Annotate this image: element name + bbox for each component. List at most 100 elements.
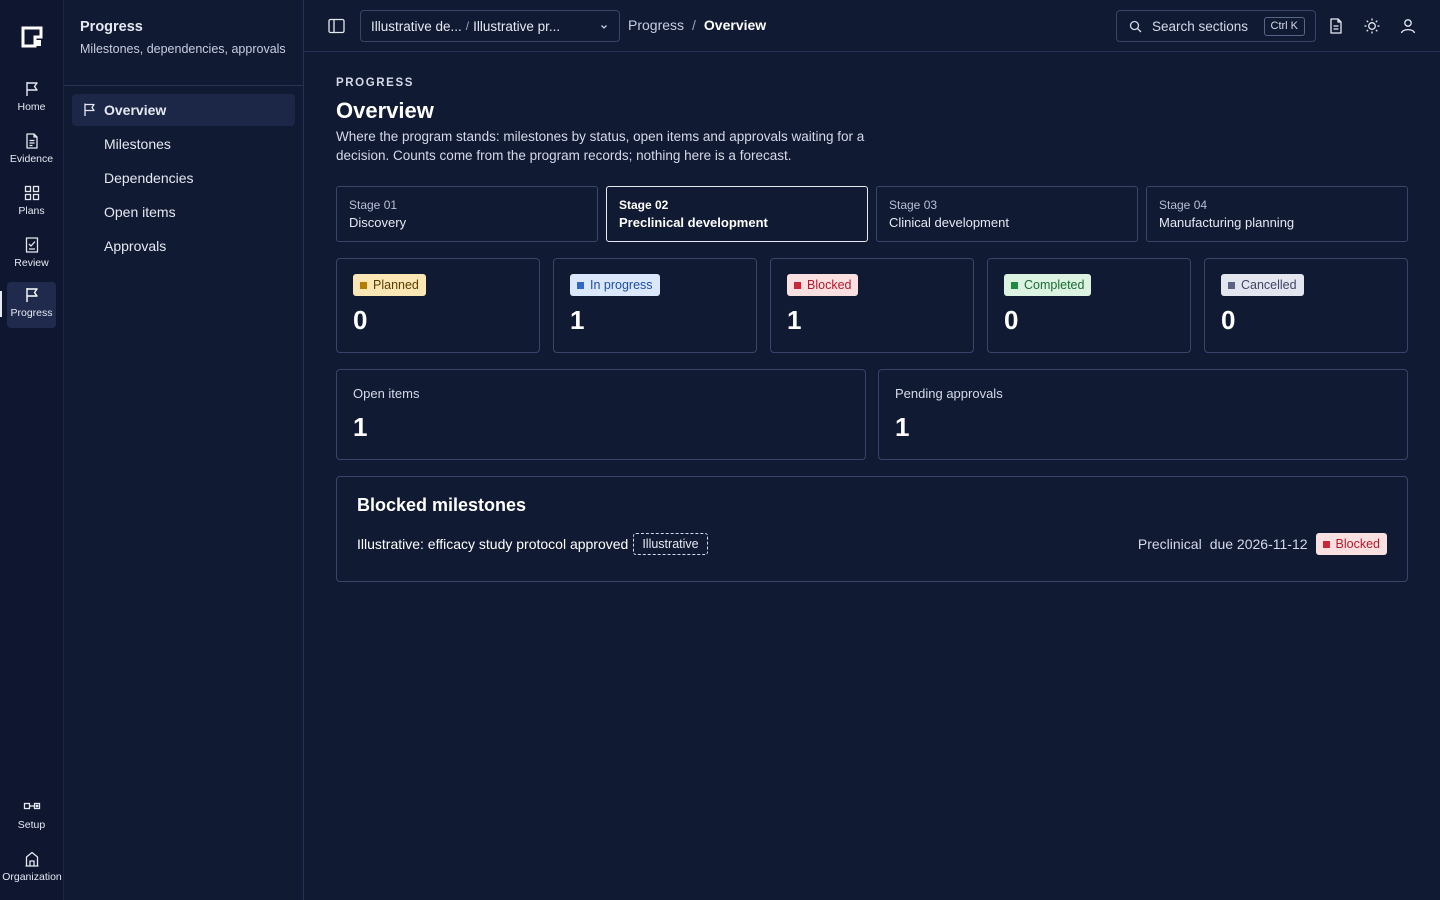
blocked-milestones-title: Blocked milestones (357, 495, 527, 515)
sidebar-title: Progress (80, 19, 143, 35)
sidebar-nav: Overview Milestones Dependencies Open it… (64, 86, 303, 272)
rail-item-label: Progress (10, 307, 53, 319)
app-logo-icon[interactable] (21, 26, 43, 48)
status-badge: Planned (353, 274, 426, 296)
open-items-card[interactable]: Open items 1 (336, 369, 866, 460)
stage-tab-preclinical[interactable]: Stage 02 Preclinical development (606, 186, 868, 242)
status-label: Completed (1024, 278, 1085, 292)
sidebar-item-label: Overview (104, 102, 167, 118)
item-counts: Open items 1 Pending approvals 1 (336, 369, 1408, 460)
user-icon[interactable] (1399, 17, 1417, 35)
theme-toggle-icon[interactable] (1363, 17, 1381, 35)
breadcrumb-page: Overview (703, 17, 767, 33)
stage-tab-clinical[interactable]: Stage 03 Clinical development (876, 186, 1138, 242)
status-label: Blocked (807, 278, 852, 292)
page-title: Overview (336, 98, 434, 123)
rail-item-home[interactable]: Home (7, 76, 56, 122)
status-badge: Cancelled (1221, 274, 1304, 296)
rail-item-label: Setup (17, 819, 46, 831)
rail-item-label: Evidence (9, 153, 54, 165)
stage-name: Clinical development (889, 215, 1009, 230)
status-dot (794, 281, 801, 289)
sidebar-item-approvals[interactable]: Approvals (72, 230, 295, 262)
sidebar-item-label: Milestones (104, 136, 171, 152)
rail-item-organization[interactable]: Organization (0, 846, 64, 892)
document-icon[interactable] (1327, 17, 1345, 35)
list-item[interactable]: Illustrative: efficacy study protocol ap… (357, 532, 1387, 556)
sidebar-item-open-items[interactable]: Open items (72, 196, 295, 228)
toggle-icon (23, 798, 41, 816)
search-shortcut-hint: Ctrl K (1263, 17, 1305, 36)
status-card-cancelled[interactable]: Cancelled 0 (1204, 258, 1408, 353)
status-card-planned[interactable]: Planned 0 (336, 258, 540, 353)
sidebar-item-dependencies[interactable]: Dependencies (72, 162, 295, 194)
breadcrumb-section[interactable]: Progress (628, 17, 684, 33)
status-count: 0 (353, 305, 368, 335)
rail-item-label: Review (14, 257, 49, 269)
stage-number: Stage 03 (889, 198, 938, 212)
stage-tab-manufacturing[interactable]: Stage 04 Manufacturing planning (1146, 186, 1408, 242)
section-sidebar: Progress Milestones, dependencies, appro… (64, 0, 304, 900)
status-dot (577, 281, 584, 289)
rail-item-plans[interactable]: Plans (7, 180, 56, 226)
pending-approvals-count: 1 (895, 412, 910, 442)
stage-name: Preclinical development (619, 215, 768, 230)
sidebar-toggle-icon[interactable] (328, 18, 345, 34)
status-label: Cancelled (1241, 278, 1297, 292)
status-badge: In progress (570, 274, 660, 296)
stage-selector: Stage 01 Discovery Stage 02 Preclinical … (336, 186, 1408, 242)
sidebar-header: Progress Milestones, dependencies, appro… (64, 0, 303, 86)
milestone-meta: Preclinical due 2026-11-12 Blocked (1138, 532, 1387, 556)
rail-item-setup[interactable]: Setup (7, 794, 56, 840)
program-select-separator: / (465, 19, 470, 33)
breadcrumb: Progress / Overview (628, 17, 766, 33)
status-badge: Blocked (787, 274, 859, 296)
flag-icon (23, 80, 41, 98)
page-description: Where the program stands: milestones by … (336, 129, 865, 163)
sidebar-item-label: Open items (104, 204, 176, 220)
rail-item-label: Organization (2, 871, 62, 883)
rail-active-indicator (0, 291, 2, 317)
stage-name: Manufacturing planning (1159, 215, 1295, 230)
rail-item-evidence[interactable]: Evidence (7, 128, 56, 174)
milestone-due-date: due 2026-11-12 (1209, 536, 1308, 552)
pending-approvals-label: Pending approvals (895, 386, 1003, 401)
rail-item-review[interactable]: Review (7, 232, 56, 278)
blocked-milestones-panel: Blocked milestones Illustrative: efficac… (336, 476, 1408, 582)
status-dot (1322, 540, 1330, 548)
milestone-name[interactable]: Illustrative: efficacy study protocol ap… (357, 536, 628, 552)
status-count: 1 (787, 305, 802, 335)
status-label: In progress (590, 278, 653, 292)
search-placeholder: Search sections (1152, 18, 1249, 34)
status-badge: Blocked (1315, 533, 1387, 555)
stage-number: Stage 01 (349, 198, 398, 212)
status-label: Blocked (1335, 537, 1380, 551)
sidebar-item-overview[interactable]: Overview (72, 94, 295, 126)
sidebar-item-label: Dependencies (104, 170, 194, 186)
search-sections-input[interactable]: Search sections Ctrl K (1116, 10, 1316, 42)
open-items-count: 1 (353, 412, 368, 442)
topbar: Illustrative de... / Illustrative pr... … (304, 0, 1440, 52)
document-icon (23, 132, 41, 150)
stage-tab-discovery[interactable]: Stage 01 Discovery (336, 186, 598, 242)
stage-number: Stage 02 (619, 198, 669, 212)
status-badge: Completed (1004, 274, 1092, 296)
milestone-phase: Preclinical (1137, 536, 1202, 552)
pending-approvals-card[interactable]: Pending approvals 1 (878, 369, 1408, 460)
status-card-blocked[interactable]: Blocked 1 (770, 258, 974, 353)
sidebar-item-label: Approvals (104, 238, 167, 254)
open-items-label: Open items (353, 386, 420, 401)
sidebar-subtitle: Milestones, dependencies, approvals (80, 42, 286, 56)
stage-name: Discovery (349, 215, 407, 230)
sidebar-item-milestones[interactable]: Milestones (72, 128, 295, 160)
checklist-icon (23, 236, 41, 254)
status-summary: Planned 0 In progress 1 Blocked 1 Comple… (336, 258, 1408, 353)
status-card-completed[interactable]: Completed 0 (987, 258, 1191, 353)
program-select[interactable]: Illustrative de... / Illustrative pr... (360, 10, 620, 42)
building-icon (23, 850, 41, 868)
rail-item-progress[interactable]: Progress (7, 282, 56, 328)
status-card-in-progress[interactable]: In progress 1 (553, 258, 757, 353)
status-label: Planned (373, 278, 419, 292)
flag-icon (82, 102, 97, 117)
program-select-part2: Illustrative pr... (473, 18, 561, 34)
